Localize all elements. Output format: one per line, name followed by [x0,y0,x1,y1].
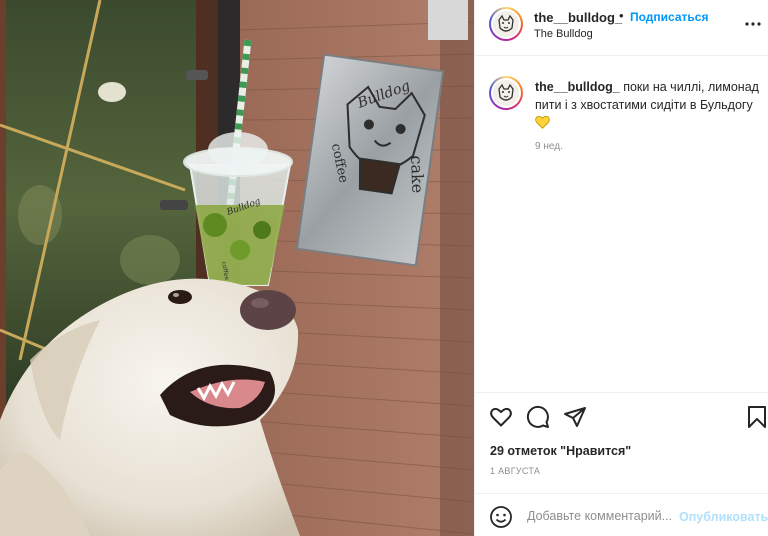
bulldog-logo-icon [498,83,514,101]
more-options-icon[interactable] [745,16,761,37]
caption-timestamp[interactable]: 9 нед. [535,141,563,152]
caption-avatar[interactable] [489,76,523,110]
location-link[interactable]: The Bulldog [534,28,593,40]
heart-icon [490,407,512,427]
comment-button[interactable] [526,405,550,429]
header-username[interactable]: the__bulldog_ [534,10,622,25]
paper-plane-icon [564,407,586,427]
post-side-panel: the__bulldog_ • Подписаться The Bulldog … [474,0,768,536]
yellow-heart-icon [535,115,550,135]
sign-right-text: cake [407,155,427,193]
post-date[interactable]: 1 АВГУСТА [490,466,540,476]
save-button[interactable] [745,405,768,429]
more-horizontal-icon [745,22,761,26]
emoji-icon [490,506,512,528]
likes-count[interactable]: 29 отметок "Нравится" [490,444,631,458]
follow-button[interactable]: Подписаться [630,10,708,24]
avatar[interactable] [489,7,523,41]
photo-scene: Bulldog coffee cake Bulldog coffee & cak… [0,0,474,536]
publish-button[interactable]: Опубликовать [679,510,768,524]
like-button[interactable] [489,405,513,429]
emoji-button[interactable] [489,505,513,529]
post-photo[interactable]: Bulldog coffee cake Bulldog coffee & cak… [0,0,474,536]
share-button[interactable] [563,405,587,429]
comment-box: Опубликовать [475,493,768,536]
bookmark-icon [748,406,766,428]
post-header: the__bulldog_ • Подписаться The Bulldog [475,0,768,56]
comment-input[interactable] [527,505,677,527]
separator-dot: • [619,8,624,23]
caption-text: the__bulldog_ поки на чиллі, лимонад пит… [535,79,763,135]
action-bar [475,392,768,436]
comment-icon [526,405,549,428]
bulldog-logo-icon [498,14,514,32]
caption-username[interactable]: the__bulldog_ [535,80,620,94]
